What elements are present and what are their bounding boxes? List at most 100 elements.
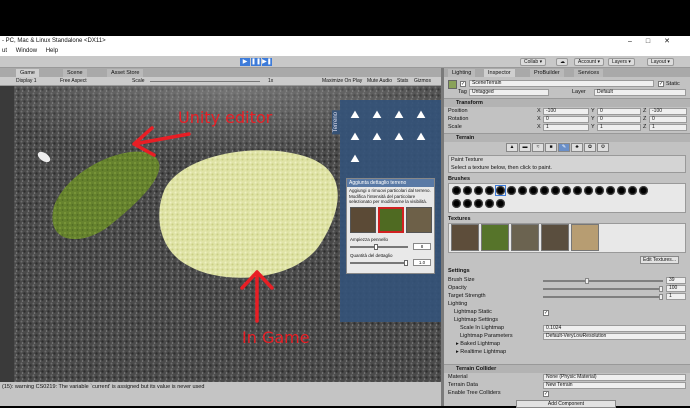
active-checkbox[interactable]: ✓ [460, 81, 466, 87]
amplitude-knob[interactable] [374, 244, 378, 250]
detail-swatch-dirt[interactable] [406, 207, 432, 233]
texture-grass[interactable] [481, 224, 509, 251]
terrain-header[interactable]: Terrain [444, 133, 690, 142]
menu-item-help[interactable]: Help [46, 48, 58, 54]
scale-z-field[interactable]: 1 [649, 124, 687, 131]
brush-item[interactable] [584, 186, 593, 195]
scale-slider[interactable] [150, 81, 260, 82]
display-select[interactable]: Display 1 [16, 77, 37, 86]
aspect-select[interactable]: Free Aspect [60, 77, 87, 86]
position-z-field[interactable]: -100 [649, 108, 687, 115]
scale-in-lightmap-field[interactable]: 0.1024 [543, 325, 686, 332]
texture-rock[interactable] [451, 224, 479, 251]
window-controls[interactable]: –□✕ [628, 36, 684, 47]
object-name-field[interactable]: SceneTerrain [469, 80, 654, 87]
stats-toggle[interactable]: Stats [397, 77, 408, 86]
layer-select[interactable]: Default [594, 89, 686, 96]
amplitude-slider[interactable] [350, 244, 408, 250]
enable-tree-colliders-checkbox[interactable]: ✓ [543, 391, 549, 397]
menu-item-partial[interactable]: ut [2, 48, 7, 54]
texture-gravel[interactable] [511, 224, 539, 251]
add-component-button[interactable]: Add Component [516, 400, 616, 408]
lightmap-static-checkbox[interactable]: ✓ [543, 310, 549, 316]
brush-size-field[interactable]: 39 [666, 277, 686, 284]
paint-texture-icon[interactable]: ⛰ [348, 130, 362, 144]
brush-item[interactable] [463, 199, 472, 208]
static-checkbox[interactable]: ✓ [658, 81, 664, 87]
tree-tool-icon[interactable]: ♣ [571, 143, 583, 152]
brush-item[interactable] [485, 186, 494, 195]
maximize-toggle[interactable]: Maximize On Play [322, 77, 362, 86]
collab-button[interactable]: Collab ▾ [520, 58, 547, 66]
add-detail-icon[interactable]: ⛰ [348, 152, 362, 166]
tab-game[interactable]: Game [16, 69, 39, 77]
brush-size-knob[interactable] [585, 278, 589, 284]
opacity-knob[interactable] [659, 286, 663, 292]
texture-mud[interactable] [541, 224, 569, 251]
position-y-field[interactable]: 0 [597, 108, 641, 115]
place-trees-icon[interactable]: ⛰ [370, 130, 384, 144]
rotation-y-field[interactable]: 0 [597, 116, 641, 123]
brush-item[interactable] [474, 186, 483, 195]
smooth-tool-icon[interactable]: ≈ [532, 143, 544, 152]
density-slider[interactable] [350, 260, 408, 266]
material-field[interactable]: None (Physic Material) [543, 374, 686, 381]
paint-texture-tool-icon[interactable]: ■ [545, 143, 557, 152]
detail-swatch-grass-selected[interactable] [378, 207, 404, 233]
layers-button[interactable]: Layers ▾ [608, 58, 635, 66]
terrain-data-field[interactable]: New Terrain [543, 382, 686, 389]
baked-lightmap-foldout[interactable]: ▸ Baked Lightmap [456, 341, 500, 348]
set-height-icon[interactable]: ⛰ [392, 108, 406, 122]
brush-item[interactable] [628, 186, 637, 195]
scale-x-field[interactable]: 1 [543, 124, 589, 131]
density-knob[interactable] [404, 260, 408, 266]
tab-probuilder[interactable]: ProBuilder [530, 69, 564, 77]
texture-sand[interactable] [571, 224, 599, 251]
console-bar[interactable]: (15): warning CS0219: The variable `curr… [0, 382, 441, 406]
lower-terrain-icon[interactable]: ⛰ [370, 108, 384, 122]
terrain-collider-header[interactable]: Terrain Collider [444, 364, 690, 373]
position-x-field[interactable]: -100 [543, 108, 589, 115]
detail-swatch-rock[interactable] [350, 207, 376, 233]
gear-icon[interactable]: ⚙ [597, 143, 609, 152]
density-value[interactable]: 1.0 [413, 259, 431, 266]
brush-item[interactable] [529, 186, 538, 195]
tab-services[interactable]: Services [574, 69, 604, 77]
brush-item[interactable] [617, 186, 626, 195]
tag-select[interactable]: Untagged [469, 89, 549, 96]
pause-icon[interactable]: ❚❚ [251, 58, 261, 66]
brush-item[interactable] [452, 199, 461, 208]
opacity-slider[interactable] [543, 286, 663, 292]
tab-asset-store[interactable]: Asset Store [107, 69, 144, 77]
tab-lighting[interactable]: Lighting [448, 69, 476, 77]
rotation-z-field[interactable]: 0 [649, 116, 687, 123]
paint-brush-tool-icon[interactable]: ✎ [558, 143, 570, 152]
brush-item[interactable] [474, 199, 483, 208]
cloud-icon[interactable]: ☁ [556, 58, 568, 66]
brush-size-slider[interactable] [543, 278, 663, 284]
amplitude-value[interactable]: 8 [413, 243, 431, 250]
brush-palette[interactable] [448, 183, 686, 213]
lightmap-parameters-select[interactable]: Default-VeryLowResolution [543, 333, 686, 340]
brush-item[interactable] [495, 185, 506, 196]
brush-item[interactable] [507, 186, 516, 195]
menu-item-window[interactable]: Window [16, 48, 37, 54]
brush-item[interactable] [606, 186, 615, 195]
terrain-settings-icon[interactable]: ⛰ [414, 130, 428, 144]
scale-y-field[interactable]: 1 [597, 124, 641, 131]
brush-item[interactable] [551, 186, 560, 195]
brush-item[interactable] [595, 186, 604, 195]
raise-terrain-icon[interactable]: ⛰ [348, 108, 362, 122]
account-button[interactable]: Account ▾ [574, 58, 604, 66]
brush-item[interactable] [562, 186, 571, 195]
brush-item[interactable] [496, 199, 505, 208]
target-strength-slider[interactable] [543, 294, 663, 300]
paint-details-icon[interactable]: ⛰ [392, 130, 406, 144]
brush-item[interactable] [518, 186, 527, 195]
detail-tool-icon[interactable]: ✿ [584, 143, 596, 152]
brush-item[interactable] [452, 186, 461, 195]
tab-inspector[interactable]: Inspector [484, 69, 515, 77]
brush-item[interactable] [540, 186, 549, 195]
realtime-lightmap-foldout[interactable]: ▸ Realtime Lightmap [456, 349, 506, 356]
transform-header[interactable]: Transform [444, 98, 690, 107]
